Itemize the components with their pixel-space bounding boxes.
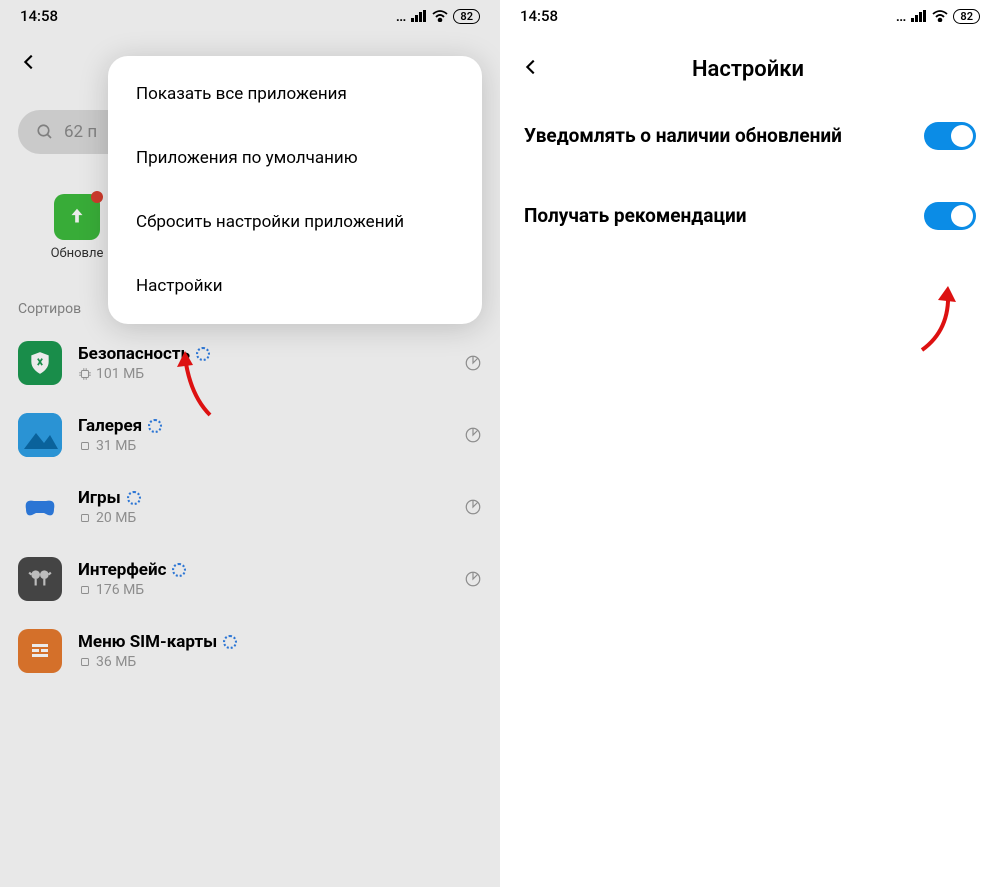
pie-chart-icon	[464, 354, 482, 372]
interface-icon	[18, 557, 62, 601]
page-title: Настройки	[516, 57, 980, 82]
update-tile[interactable]: Обновле	[38, 194, 116, 261]
loading-icon	[172, 563, 186, 577]
update-label: Обновле	[38, 246, 116, 261]
loading-icon	[196, 347, 210, 361]
loading-icon	[127, 491, 141, 505]
pie-chart-icon	[464, 498, 482, 516]
setting-recommendations[interactable]: Получать рекомендации	[500, 176, 1000, 256]
battery-indicator: 82	[453, 9, 480, 24]
app-row-games[interactable]: Игры 20 МБ	[18, 471, 482, 543]
menu-show-all-apps[interactable]: Показать все приложения	[108, 62, 482, 126]
app-row-security[interactable]: Безопасность 101 МБ	[18, 327, 482, 399]
pie-chart-icon	[464, 570, 482, 588]
app-row-interface[interactable]: Интерфейс 176 МБ	[18, 543, 482, 615]
back-icon[interactable]	[18, 50, 40, 80]
app-list: Безопасность 101 МБ Галерея 31	[0, 327, 500, 687]
chip-icon	[78, 655, 92, 669]
update-icon	[54, 194, 100, 240]
pie-chart-icon	[464, 426, 482, 444]
status-bar: 14:58 … 82	[0, 0, 500, 32]
gallery-icon	[18, 413, 62, 457]
menu-reset-apps[interactable]: Сбросить настройки приложений	[108, 190, 482, 254]
wifi-icon	[932, 10, 948, 22]
shield-icon	[18, 341, 62, 385]
signal-icon	[911, 10, 927, 22]
annotation-arrow-icon	[910, 280, 990, 360]
chip-icon	[78, 511, 92, 525]
chip-icon	[78, 439, 92, 453]
dots-icon: …	[896, 7, 907, 25]
phone-left: 62 п Обновле Сортиров Безопасность 101 М…	[0, 0, 500, 887]
dots-icon: …	[396, 7, 407, 25]
status-time: 14:58	[20, 7, 58, 25]
app-row-sim[interactable]: Меню SIM-карты 36 МБ	[18, 615, 482, 687]
battery-indicator: 82	[953, 9, 980, 24]
sim-icon	[18, 629, 62, 673]
phone-right: 14:58 … 82 Настройки Уведомлять о наличи…	[500, 0, 1000, 887]
toggle-notify-updates[interactable]	[924, 122, 976, 150]
gamepad-icon	[18, 485, 62, 529]
status-time: 14:58	[520, 7, 558, 25]
chip-icon	[78, 583, 92, 597]
search-text: 62 п	[64, 122, 97, 142]
setting-notify-updates[interactable]: Уведомлять о наличии обновлений	[500, 96, 1000, 176]
loading-icon	[223, 635, 237, 649]
setting-label: Получать рекомендации	[524, 204, 747, 228]
chip-icon	[78, 367, 92, 381]
setting-label: Уведомлять о наличии обновлений	[524, 124, 842, 148]
status-bar: 14:58 … 82	[500, 0, 1000, 32]
menu-default-apps[interactable]: Приложения по умолчанию	[108, 126, 482, 190]
toggle-recommendations[interactable]	[924, 202, 976, 230]
loading-icon	[148, 419, 162, 433]
settings-header: Настройки	[500, 32, 1000, 96]
wifi-icon	[432, 10, 448, 22]
signal-icon	[411, 10, 427, 22]
overflow-menu: Показать все приложения Приложения по ум…	[108, 56, 482, 324]
menu-settings[interactable]: Настройки	[108, 254, 482, 318]
search-icon	[36, 123, 54, 141]
app-row-gallery[interactable]: Галерея 31 МБ	[18, 399, 482, 471]
